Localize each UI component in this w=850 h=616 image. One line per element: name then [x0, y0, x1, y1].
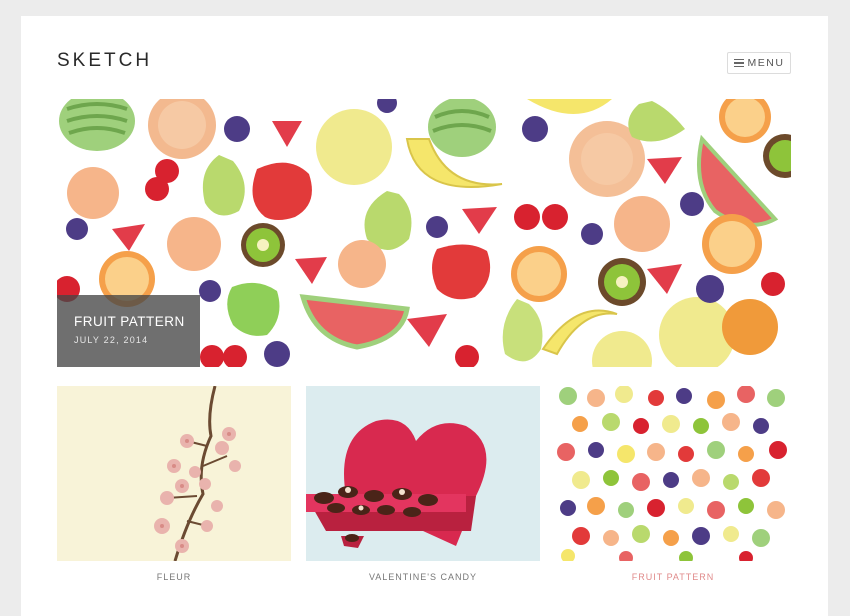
featured-title[interactable]: FRUIT PATTERN [74, 314, 185, 329]
fleur-illustration [57, 386, 291, 561]
site-title[interactable]: SKETCH [57, 50, 152, 72]
post-thumbnail-fruit-pattern[interactable] [556, 386, 790, 561]
fruit-pattern-thumbnail-illustration [556, 386, 790, 561]
page-card: SKETCH MENU FRUIT PATTERN JULY 22, 2014 … [21, 16, 828, 616]
post-thumbnail-fleur[interactable] [57, 386, 291, 561]
candy-box-illustration [306, 386, 540, 561]
post-title-fruit-pattern[interactable]: FRUIT PATTERN [556, 572, 790, 582]
featured-image[interactable]: FRUIT PATTERN JULY 22, 2014 [57, 99, 791, 367]
menu-label: MENU [747, 57, 785, 69]
featured-caption[interactable]: FRUIT PATTERN JULY 22, 2014 [57, 295, 200, 367]
menu-button[interactable]: MENU [727, 52, 791, 74]
post-thumbnail-valentines-candy[interactable] [306, 386, 540, 561]
post-title-valentines-candy[interactable]: VALENTINE'S CANDY [306, 572, 540, 582]
featured-date: JULY 22, 2014 [74, 335, 149, 345]
post-title-fleur[interactable]: FLEUR [57, 572, 291, 582]
hamburger-icon [733, 58, 744, 68]
